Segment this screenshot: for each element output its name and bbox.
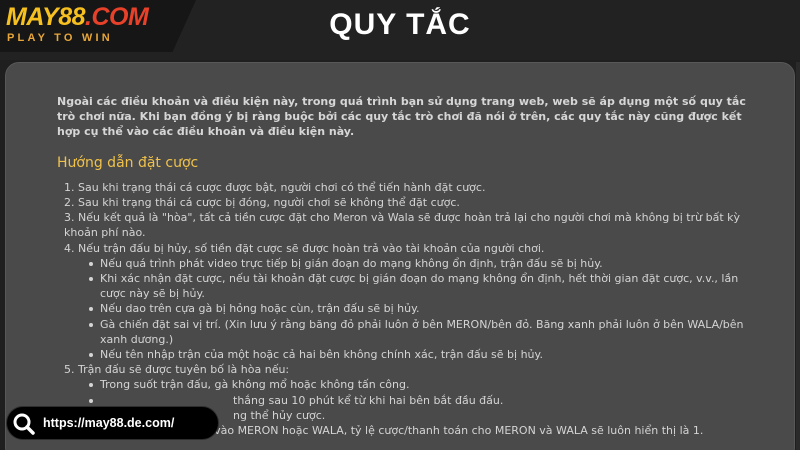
sub-rule-item: Gà chiến đặt sai vị trí. (Xin lưu ý rằng… [89, 317, 747, 347]
search-icon [11, 411, 37, 437]
right-edge [796, 62, 800, 450]
rules-content: Ngoài các điều khoản và điều kiện này, t… [57, 94, 747, 438]
url-search-bar[interactable]: https://may88.de.com/ [6, 406, 219, 440]
rule-text: Nếu kết quả là "hòa", tất cả tiền cược đ… [64, 211, 741, 240]
rule-number: 2. [64, 196, 75, 210]
rule-text: Sau khi trạng thái cá cược được bật, ngư… [78, 180, 486, 194]
logo-tagline: PLAY TO WIN [7, 32, 113, 44]
sub-rule-item: Nếu tên nhập trận của một hoặc cả hai bê… [89, 347, 747, 362]
rule-item: 3. Nếu kết quả là "hòa", tất cả tiền cượ… [64, 210, 747, 240]
section-heading: Hướng dẫn đặt cược [57, 154, 199, 171]
sub-rule-item: Nếu dao trên cựa gà bị hỏng hoặc cùn, tr… [89, 301, 747, 316]
rule-item: 2. Sau khi trạng thái cá cược bị đóng, n… [64, 195, 747, 210]
logo-may-text: MAY [6, 3, 59, 31]
sub-rule-item: Khi xác nhận đặt cược, nếu tài khoản đặt… [89, 271, 747, 301]
rule-number: 3. [64, 211, 75, 225]
sub-rule-item: Nếu quá trình phát video trực tiếp bị gi… [89, 256, 747, 271]
rule-item: 1. Sau khi trạng thái cá cược được bật, … [64, 180, 747, 195]
rule-item: 4. Nếu trận đấu bị hủy, số tiền đặt cược… [64, 241, 747, 363]
rules-list: 1. Sau khi trạng thái cá cược được bật, … [57, 180, 747, 438]
search-url-text: https://may88.de.com/ [43, 416, 175, 430]
rule-number: 1. [64, 180, 75, 194]
rule-text: Sau khi trạng thái cá cược bị đóng, ngườ… [78, 196, 460, 210]
page-title: QUY TẮC [329, 8, 471, 41]
sub-rule-item: Trong suốt trận đấu, gà không mổ hoặc kh… [89, 377, 747, 392]
logo-com-text: .COM [85, 3, 149, 31]
rule-number: 4. [64, 241, 75, 255]
logo-88-text: 88 [58, 3, 86, 31]
intro-paragraph: Ngoài các điều khoản và điều kiện này, t… [57, 95, 746, 139]
rule-number: 5. [64, 363, 75, 377]
logo-wordmark: MAY88.COM [6, 3, 149, 31]
rule-text: Trận đấu sẽ được tuyên bố là hòa nếu: [78, 363, 290, 377]
brand-logo[interactable]: MAY88.COM PLAY TO WIN [0, 0, 196, 52]
rule-text: Nếu trận đấu bị hủy, số tiền đặt cược sẽ… [78, 241, 545, 255]
rule-4-sublist: Nếu quá trình phát video trực tiếp bị gi… [64, 256, 747, 362]
